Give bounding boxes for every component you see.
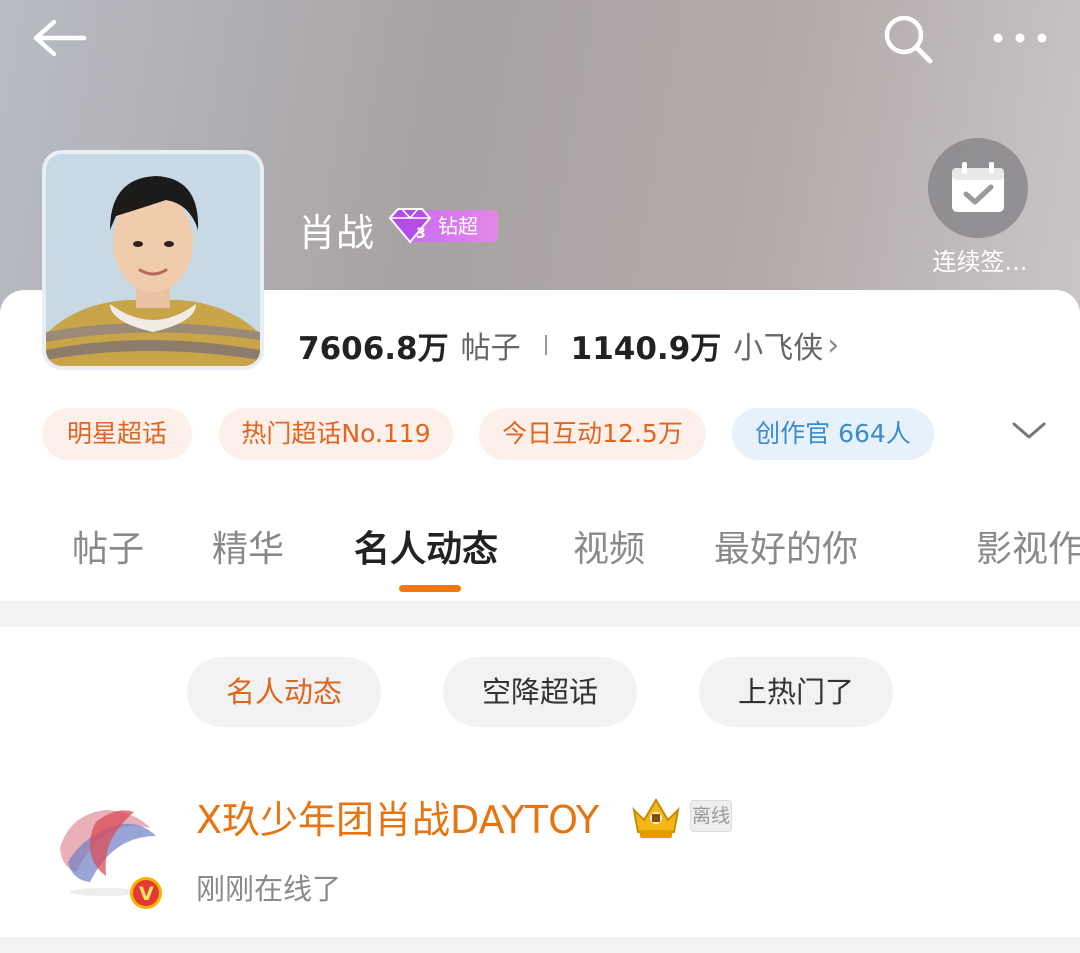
stats-divider [544, 335, 547, 355]
active-tab-indicator [399, 585, 461, 592]
chevron-right-icon: › [827, 327, 840, 363]
tab-videos[interactable]: 视频 [573, 520, 645, 580]
checkin-button[interactable]: 连续签... [920, 136, 1040, 276]
expand-tags-button[interactable] [1008, 414, 1050, 448]
tag-creators[interactable]: 创作官 664人 [732, 408, 934, 460]
posts-label: 帖子 [460, 331, 521, 366]
crown-rank-icon [628, 794, 684, 840]
search-button[interactable] [880, 12, 936, 66]
tab-film-works[interactable]: 影视作 [976, 520, 1080, 580]
verified-mark: V [139, 883, 154, 905]
calendar-check-icon [952, 162, 1004, 212]
tab-essence[interactable]: 精华 [212, 520, 284, 580]
feed-item-status-text: 刚刚在线了 [196, 872, 342, 906]
fans-count: 1140.9万 [570, 330, 722, 367]
topic-stats[interactable]: 7606.8万 帖子 1140.9万 小飞侠 › [298, 320, 839, 370]
more-button[interactable] [988, 18, 1052, 58]
back-button[interactable] [28, 14, 92, 64]
fans-label: 小飞侠 [733, 331, 824, 366]
tab-posts[interactable]: 帖子 [72, 520, 144, 580]
chevron-down-icon [1012, 422, 1046, 439]
topic-tabs: 帖子 精华 名人动态 视频 最好的你 影视作 [0, 520, 1080, 580]
tag-hot-topic-rank[interactable]: 热门超话No.119 [219, 408, 453, 460]
arrow-left-icon [33, 19, 87, 57]
posts-count: 7606.8万 [298, 330, 449, 367]
feed-item-name[interactable]: X玖少年团肖战DAYTOY [196, 792, 599, 848]
tab-celebrity-updates[interactable]: 名人动态 [354, 520, 498, 580]
checkin-circle [928, 138, 1028, 238]
topic-avatar[interactable] [42, 150, 264, 370]
brush-logo-avatar: V [48, 796, 162, 909]
bottom-divider [0, 938, 1080, 953]
filter-airdrop-topic[interactable]: 空降超话 [443, 657, 637, 727]
checkin-label: 连续签... [932, 248, 1028, 276]
filter-celebrity-updates[interactable]: 名人动态 [187, 657, 381, 727]
offline-status-badge: 离线 [690, 800, 732, 832]
feed-item-avatar[interactable]: V [46, 792, 168, 914]
search-icon [884, 15, 933, 64]
badge-level: 3 [416, 226, 426, 242]
badge-text: 钻超 [438, 214, 478, 238]
filter-trending[interactable]: 上热门了 [699, 657, 893, 727]
more-dots-icon [993, 33, 1047, 43]
topic-name: 肖战 [298, 211, 375, 255]
super-diamond-badge[interactable]: 3 钻超 [386, 206, 498, 244]
section-divider [0, 601, 1080, 627]
portrait-image [46, 154, 260, 366]
tag-today-interactions[interactable]: 今日互动12.5万 [479, 408, 706, 460]
tab-best-you[interactable]: 最好的你 [714, 520, 858, 580]
tag-star-topic[interactable]: 明星超话 [42, 408, 192, 460]
